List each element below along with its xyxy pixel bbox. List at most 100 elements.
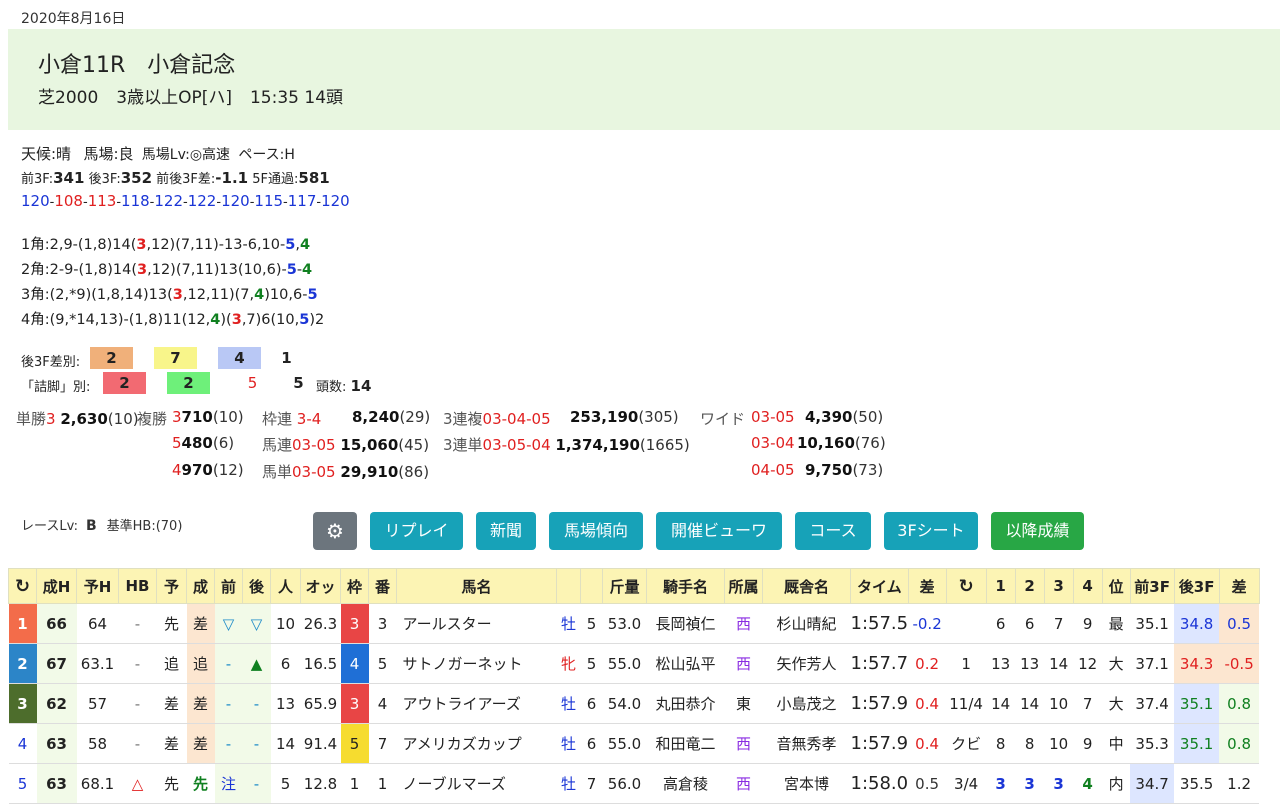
news-button[interactable]: 新聞 [476, 512, 536, 550]
cell-diff: 0.5 [908, 763, 947, 804]
cell-diff2: -0.5 [1219, 643, 1260, 684]
cell-ato: ▲ [242, 643, 271, 684]
corner-highlight: 5 [286, 262, 297, 278]
table-row[interactable]: 3 62 57- 差差 - -13 65.9 3 4 アウトライアーズ牡 6 54.0 丸田恭介東小島茂… [8, 683, 1260, 724]
fukusho-num: 3 [172, 408, 182, 426]
cell-hb: - [118, 643, 157, 684]
cell-c1: 6 [986, 603, 1016, 644]
payout-wakuren-value: 8,240(29) [352, 408, 430, 426]
col-ato: 後 [242, 568, 271, 604]
umaren-label: 馬連 [262, 436, 293, 454]
cell-time: 1:57.5 [850, 603, 909, 644]
payout-wide-2: 03-04 [751, 434, 795, 452]
cell-c3: 7 [1044, 603, 1074, 644]
wide-label: ワイド [700, 410, 746, 428]
cell-time: 1:58.0 [850, 763, 909, 804]
col-yoH: 予H [76, 568, 119, 604]
cell-sei: 差 [186, 603, 215, 644]
reload-icon-2: 3/4 [946, 763, 987, 804]
umaren-num: 03-05 [292, 436, 336, 454]
cell-umaban: 4 [368, 683, 397, 724]
cell-back3f: 35.1 [1174, 683, 1220, 724]
cell-diff: -0.2 [908, 603, 947, 644]
cell-sex: 牝 [556, 643, 581, 684]
reload-icon-2[interactable]: ↻ [945, 568, 987, 604]
corner-highlight: 4 [299, 237, 311, 253]
cell-weight: 56.0 [602, 763, 647, 804]
cell-horse-name[interactable]: ノーブルマーズ [396, 763, 557, 804]
f5-label: 5F通過: [252, 172, 299, 187]
cell-mae: 注 [214, 763, 243, 804]
cell-trainer: 音無秀孝 [762, 723, 851, 764]
3f-sheet-button[interactable]: 3Fシート [884, 512, 978, 550]
col-waku: 枠 [340, 568, 369, 604]
reload-icon-2: 1 [946, 643, 987, 684]
corner-highlight: 3 [231, 312, 242, 328]
col-umaban: 番 [368, 568, 397, 604]
race-conditions: 芝2000 3歳以上OP[ハ] 15:35 14頭 [38, 83, 361, 108]
umaren-value: 15,060 [340, 436, 399, 454]
payout-umaren: 馬連03-05 15,060(45) [262, 434, 429, 455]
replay-button[interactable]: リプレイ [370, 512, 463, 550]
cell-horse-name[interactable]: アメリカズカップ [396, 723, 557, 764]
col-jockey: 騎手名 [646, 568, 725, 604]
cell-horse-name[interactable]: アールスター [396, 603, 557, 644]
cell-front3f: 35.3 [1130, 723, 1175, 764]
sanrenpuku-num: 03-04-05 [482, 410, 551, 428]
wide-value: 9,750 [805, 461, 853, 479]
cell-yoH: 63.1 [76, 643, 119, 684]
front3f-value: 341 [53, 169, 85, 187]
table-row[interactable]: 5 63 68.1 △ 先先注 -5 12.8 1 1 ノーブルマーズ牡 7 56.0 高倉稜西宮本博 1… [8, 763, 1260, 804]
cell-front3f: 37.4 [1130, 683, 1175, 724]
reload-icon[interactable]: ↻ [8, 568, 37, 604]
race-surface: 芝2000 [38, 88, 99, 108]
col-yo: 予 [156, 568, 187, 604]
diff3f-label: 前後3F差: [156, 172, 216, 187]
table-row[interactable]: 2 67 63.1- 追追 - ▲ 6 16.5 4 5 サトノガーネット牝 5 55.0 松山弘平西矢作… [8, 643, 1260, 684]
cell-weight: 53.0 [602, 603, 647, 644]
cell-front3f: 34.7 [1130, 763, 1175, 804]
corner-highlight: 5 [307, 287, 318, 303]
corner-highlight: 3 [136, 237, 147, 253]
cell-odds: 12.8 [300, 763, 341, 804]
track-trend-button[interactable]: 馬場傾向 [549, 512, 643, 550]
cell-c1: 3 [986, 763, 1016, 804]
cell-pos: 大 [1102, 683, 1131, 724]
tsume-box-3: 5 [247, 374, 258, 392]
cell-horse-name[interactable]: アウトライアーズ [396, 683, 557, 724]
col-sei: 成 [186, 568, 215, 604]
cell-diff2: 0.5 [1219, 603, 1260, 644]
viewer-button[interactable]: 開催ビューワ [656, 512, 782, 550]
col-time: タイム [850, 568, 909, 604]
sanrentan-pop: (1665) [639, 436, 690, 454]
payout-wide-3-value: 9,750(73) [805, 461, 883, 479]
lap: 113 [87, 192, 117, 210]
col-trainer: 厩舎名 [762, 568, 851, 604]
cell-c2: 8 [1015, 723, 1045, 764]
col-ninki: 人 [270, 568, 301, 604]
race-date: 2020年8月16日 [21, 11, 126, 27]
course-button[interactable]: コース [795, 512, 871, 550]
col-diff: 差 [907, 568, 947, 604]
fukusho-value: 710 [181, 408, 213, 426]
cell-c2: 6 [1015, 603, 1045, 644]
settings-button[interactable]: ⚙ [313, 512, 357, 550]
table-row[interactable]: 4 63 58- 差差 - -14 91.4 5 7 アメリカズカップ牡 6 55.0 和田竜二西音無秀… [8, 723, 1260, 764]
col-c4: 4 [1072, 568, 1103, 604]
runner-count-value: 14 [350, 377, 372, 395]
wide-num: 03-04 [751, 434, 795, 452]
later-results-button[interactable]: 以降成績 [991, 512, 1084, 550]
fukusho-label: 複勝 [137, 410, 168, 428]
cell-ato: - [242, 683, 271, 724]
cell-horse-name[interactable]: サトノガーネット [396, 643, 557, 684]
table-row[interactable]: 1 66 64- 先差 ▽ ▽ 10 26.3 3 3 アールスター牡 5 53.0 長岡禎仁西杉山晴紀 1… [8, 603, 1260, 644]
sanrenpuku-pop: (305) [638, 408, 679, 426]
cell-c4: 4 [1073, 763, 1103, 804]
cell-yoH: 68.1 [76, 763, 119, 804]
cell-ato: ▽ [242, 603, 271, 644]
cell-c4: 9 [1073, 723, 1103, 764]
col-affil: 所属 [724, 568, 763, 604]
runner-count: 頭数: 14 [316, 376, 371, 395]
cell-hb: - [118, 603, 157, 644]
corner-highlight: 5 [299, 312, 310, 328]
